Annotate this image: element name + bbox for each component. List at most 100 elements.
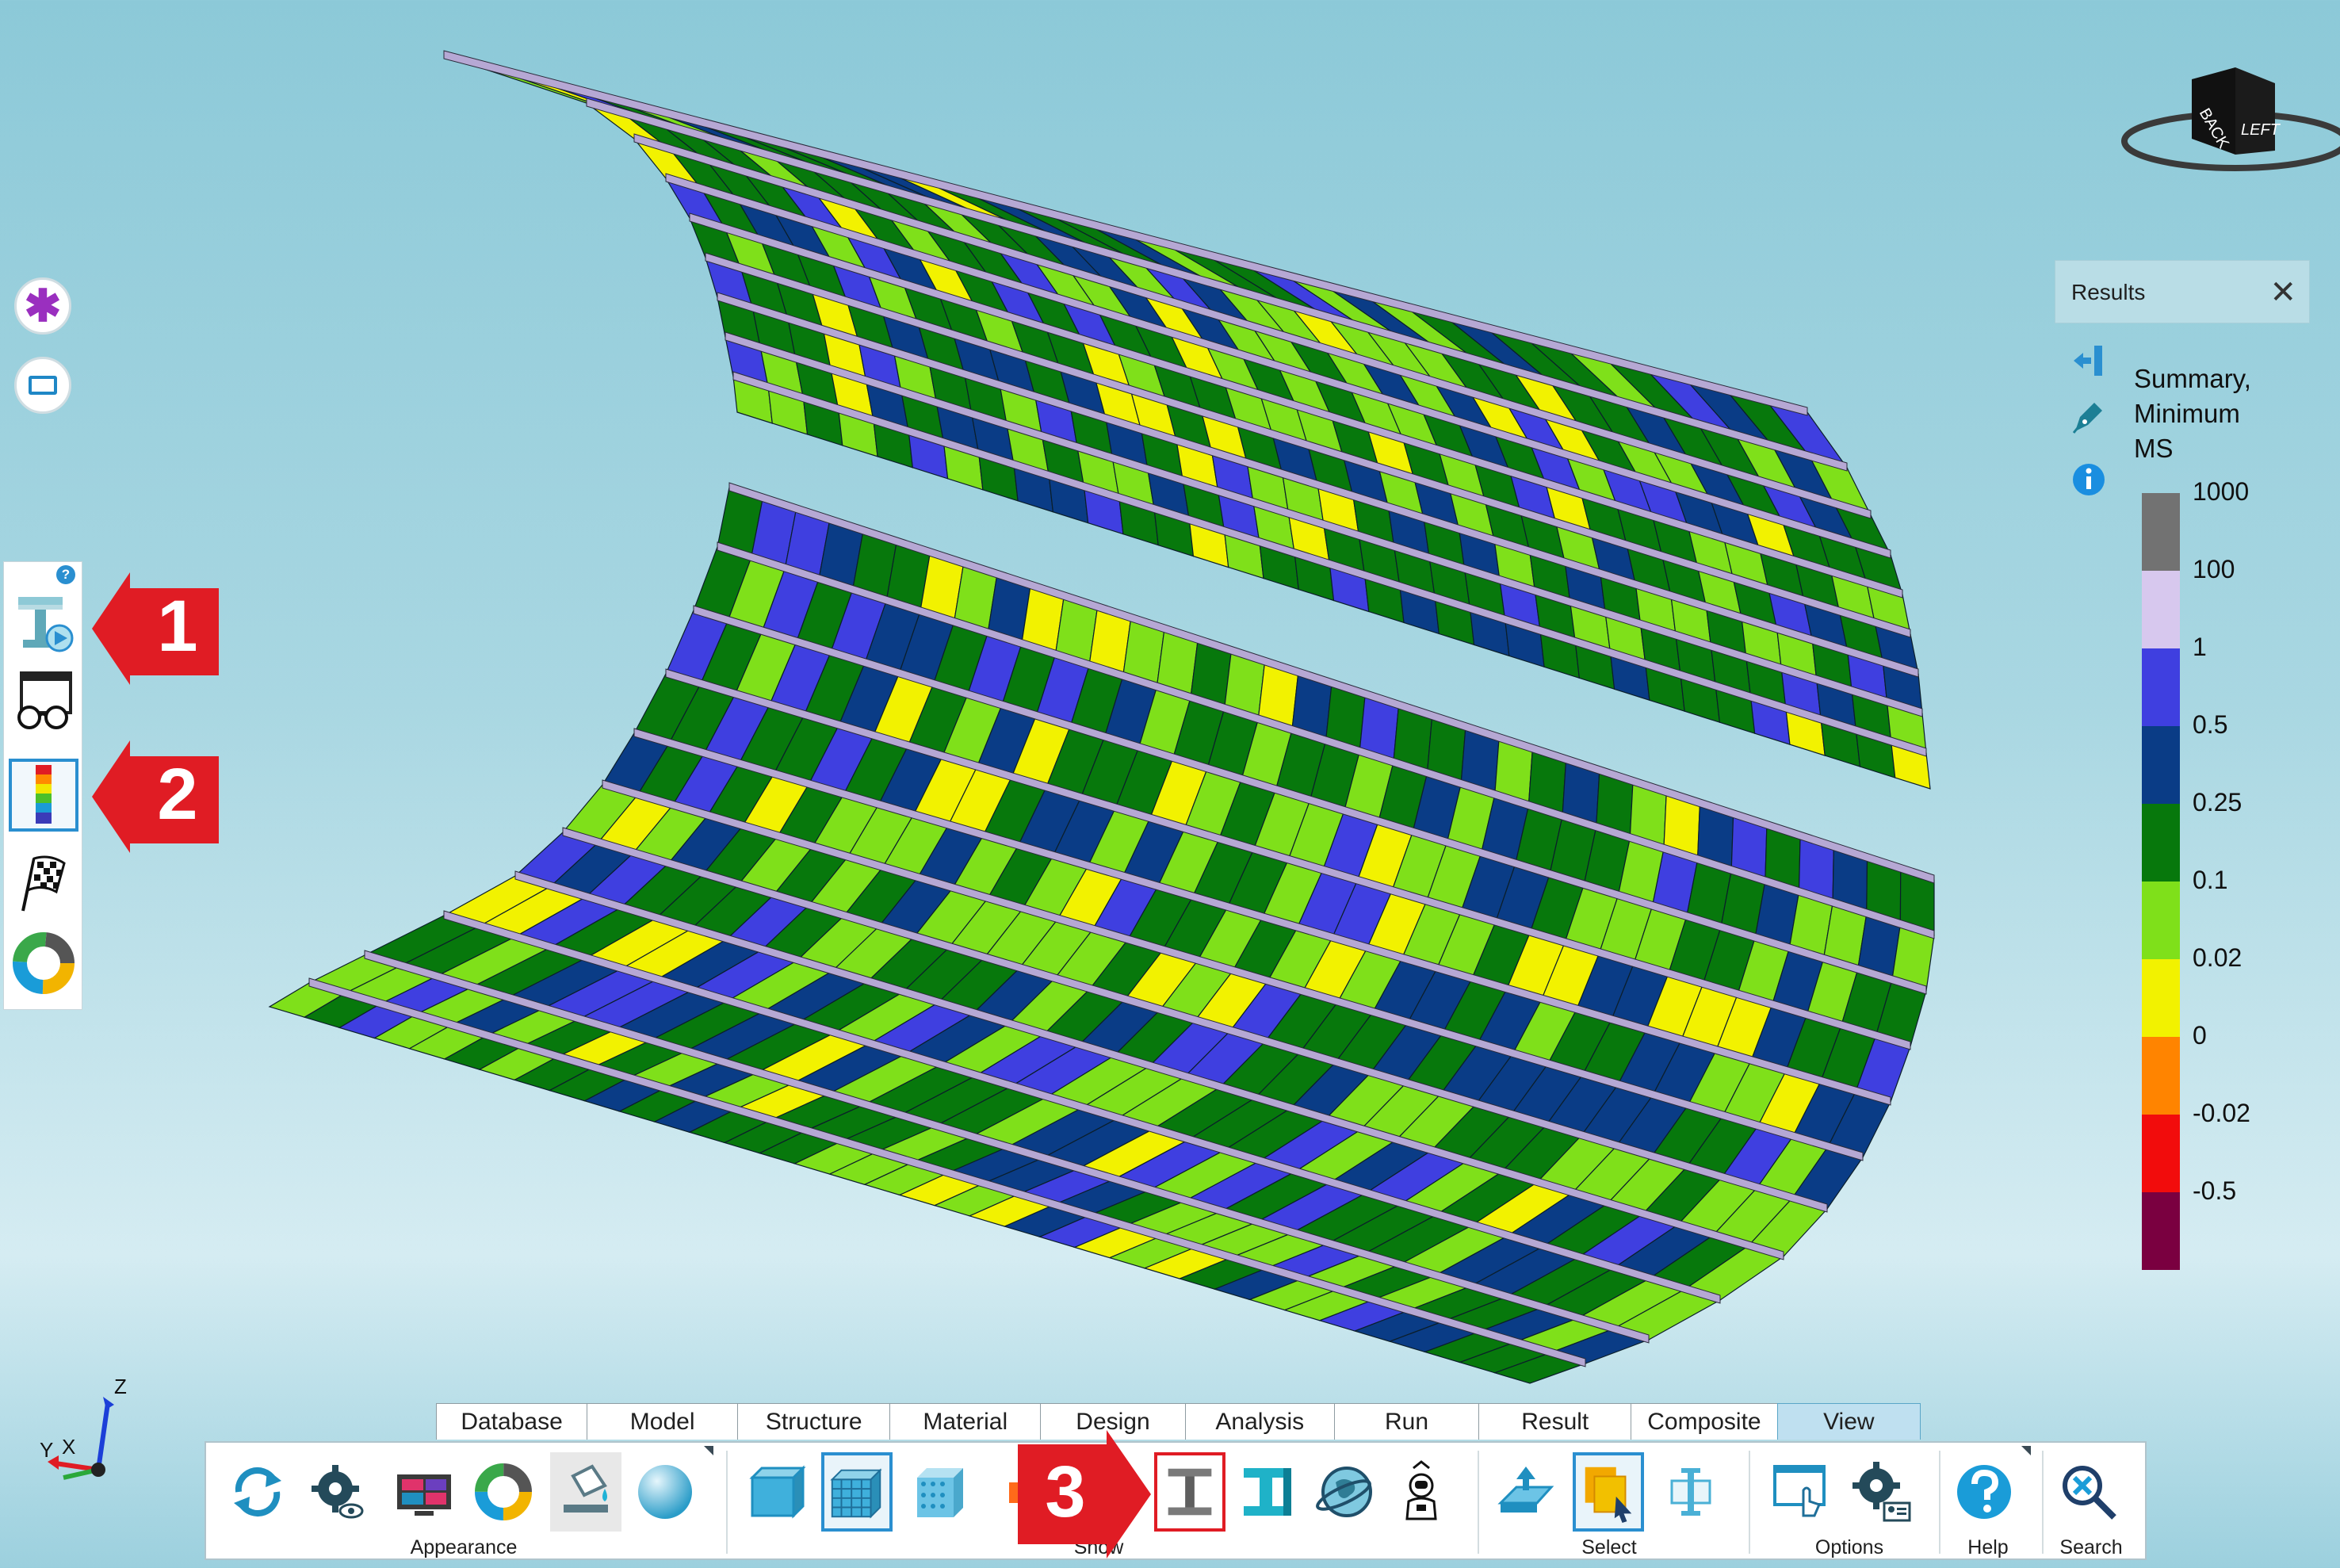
callout-1: 1	[92, 561, 227, 696]
tab-analysis[interactable]: Analysis	[1184, 1403, 1335, 1440]
result-name-line-1: Summary,	[2134, 364, 2251, 393]
info-icon[interactable]	[2069, 460, 2109, 499]
tab-view[interactable]: View	[1776, 1403, 1921, 1440]
user-settings-button[interactable]	[1845, 1452, 1917, 1532]
show-globe-button[interactable]	[1310, 1452, 1381, 1532]
results-panel-header: Results ✕	[2055, 260, 2310, 323]
options-group-label: Options	[1814, 1536, 1884, 1558]
asterisk-icon: ✱	[24, 281, 62, 331]
group-separator	[1478, 1451, 1479, 1554]
close-icon[interactable]: ✕	[2269, 270, 2296, 315]
select-beam-button[interactable]	[1655, 1452, 1726, 1532]
legend-tick-label: 0.5	[2193, 710, 2228, 739]
tab-result[interactable]: Result	[1478, 1403, 1632, 1440]
color-scheme-button[interactable]	[468, 1452, 539, 1532]
contour-legend-button[interactable]	[9, 759, 78, 832]
beam-results-button[interactable]	[9, 586, 78, 659]
legend-swatch	[2142, 1115, 2180, 1192]
result-name-line-2: Minimum	[2134, 399, 2240, 428]
shading-sphere-button[interactable]	[629, 1452, 701, 1532]
tab-model[interactable]: Model	[587, 1403, 739, 1440]
legend-swatch	[2142, 1192, 2180, 1270]
view-cube[interactable]: BACK LEFT	[2116, 63, 2340, 198]
legend-tick-label: 100	[2193, 555, 2235, 583]
show-surfaces-button[interactable]	[742, 1452, 813, 1532]
view-cube-face-left	[2235, 67, 2275, 155]
legend-tick-label: -0.02	[2193, 1099, 2250, 1127]
mesh-grid-icon	[830, 1468, 882, 1519]
display-settings-button[interactable]	[388, 1452, 460, 1532]
legend-swatch	[2142, 648, 2180, 726]
legend-tick-label: 0.02	[2193, 943, 2242, 972]
search-button[interactable]	[2053, 1452, 2124, 1532]
callout-3-label: 3	[1045, 1451, 1086, 1532]
group-separator	[1749, 1451, 1750, 1554]
help-icon	[1957, 1465, 2011, 1519]
legend-swatch	[2142, 804, 2180, 882]
group-separator	[726, 1451, 728, 1554]
refresh-icon	[234, 1467, 281, 1517]
select-elements-button[interactable]	[1573, 1452, 1644, 1532]
show-mesh-button[interactable]	[821, 1452, 893, 1532]
show-elements-button[interactable]	[904, 1452, 975, 1532]
paint-bucket-icon	[564, 1464, 608, 1513]
fem-model-viewport[interactable]	[0, 0, 2340, 1568]
help-badge[interactable]: ?	[56, 565, 75, 584]
color-wheel-icon	[475, 1463, 532, 1520]
select-group-label: Select	[1581, 1536, 1637, 1558]
help-group-label: Help	[1967, 1536, 2009, 1558]
touch-window-icon	[1773, 1465, 1826, 1517]
sphere-icon	[638, 1465, 692, 1519]
appearance-group-label: Appearance	[410, 1536, 518, 1558]
x-axis-label: X	[62, 1435, 75, 1459]
appearance-expand-icon[interactable]	[704, 1446, 713, 1455]
help-button[interactable]	[1948, 1452, 2020, 1532]
refresh-button[interactable]	[222, 1452, 293, 1532]
tab-database[interactable]: Database	[436, 1403, 588, 1440]
beam-play-icon	[18, 597, 74, 652]
touch-options-button[interactable]	[1766, 1452, 1837, 1532]
legend-swatch	[2142, 882, 2180, 959]
show-beams-button[interactable]	[1154, 1452, 1225, 1532]
glasses-window-icon	[17, 671, 72, 729]
collapse-panel-icon[interactable]	[2069, 341, 2109, 381]
show-astronaut-button[interactable]	[1386, 1452, 1457, 1532]
select-layers-icon	[1585, 1467, 1632, 1524]
legend-swatch	[2142, 1037, 2180, 1115]
help-expand-icon[interactable]	[2021, 1446, 2031, 1455]
legend-tick-label: 1000	[2193, 477, 2250, 506]
legend-tick-label: 0	[2193, 1021, 2207, 1050]
rectangle-icon	[29, 376, 57, 395]
asterisk-button[interactable]: ✱	[14, 277, 71, 335]
color-bar-icon	[36, 765, 52, 824]
view-glasses-button[interactable]	[9, 665, 78, 738]
tab-structure[interactable]: Structure	[737, 1403, 891, 1440]
rectangle-select-button[interactable]	[14, 357, 71, 414]
z-axis-label: Z	[114, 1375, 127, 1398]
pen-edit-icon[interactable]	[2069, 396, 2109, 436]
globe-icon	[1316, 1467, 1372, 1517]
i-beam-outline-icon	[1244, 1468, 1291, 1516]
tab-composite[interactable]: Composite	[1631, 1403, 1778, 1440]
callout-2-label: 2	[157, 754, 198, 835]
select-surface-button[interactable]	[1490, 1452, 1562, 1532]
show-beam-sections-button[interactable]	[1232, 1452, 1303, 1532]
view-cube-left-label: LEFT	[2241, 121, 2281, 139]
gear-eye-icon	[312, 1465, 364, 1519]
gear-id-icon	[1852, 1462, 1911, 1522]
ribbon-tab-bar: Database Model Structure Material Design Anal…	[436, 1403, 1921, 1441]
results-panel-title: Results	[2071, 280, 2146, 304]
tab-run[interactable]: Run	[1333, 1403, 1480, 1440]
appearance-settings-button[interactable]	[301, 1452, 373, 1532]
callout-1-label: 1	[157, 586, 198, 667]
callout-3: 3	[1018, 1427, 1153, 1562]
axis-triad: Z X Y	[32, 1368, 143, 1487]
donut-chart-button[interactable]	[9, 927, 78, 1000]
finish-flag-button[interactable]	[9, 847, 78, 920]
monitor-icon	[397, 1474, 451, 1516]
legend-tick-label: -0.5	[2193, 1176, 2237, 1205]
legend-swatch	[2142, 959, 2180, 1037]
group-separator	[1939, 1451, 1940, 1554]
paint-bucket-button[interactable]	[550, 1452, 621, 1532]
legend-swatch	[2142, 493, 2180, 571]
